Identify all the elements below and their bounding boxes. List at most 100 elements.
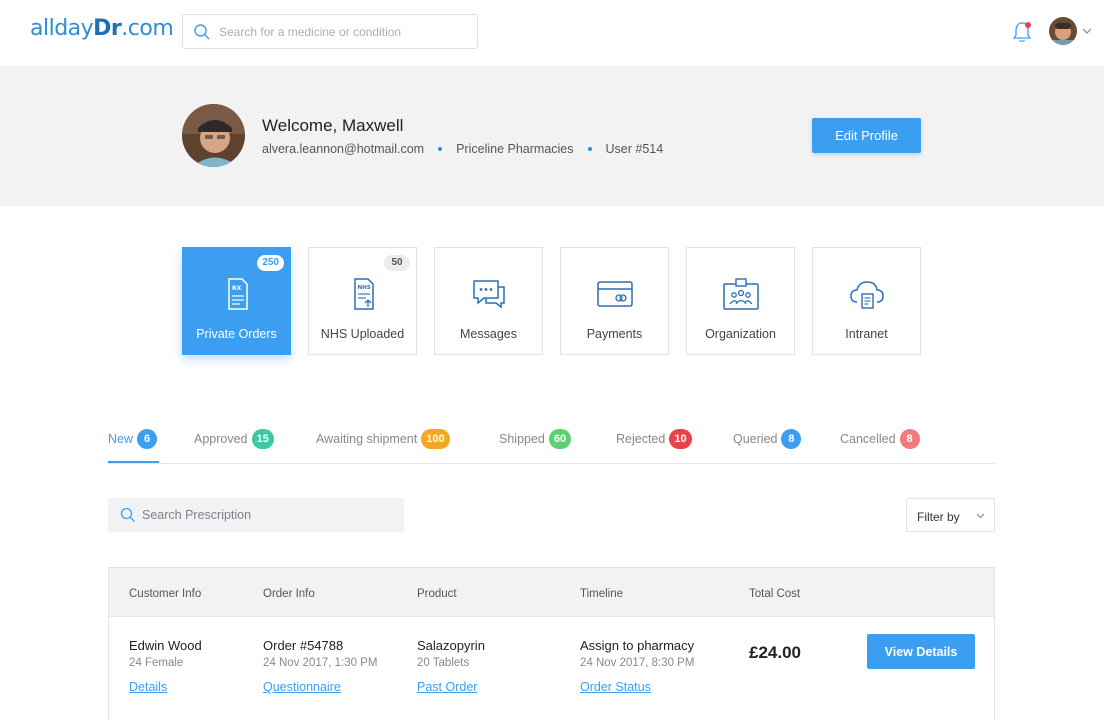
tab-approved[interactable]: Approved 15: [194, 428, 274, 450]
tab-count-badge: 15: [251, 429, 274, 449]
tab-count-badge: 8: [899, 429, 920, 449]
timeline-cell: Assign to pharmacy 24 Nov 2017, 8:30 PM …: [580, 638, 694, 696]
tab-count-badge: 8: [781, 429, 802, 449]
customer-details-link[interactable]: Details: [129, 680, 167, 694]
tab-rejected[interactable]: Rejected 10: [616, 428, 692, 450]
edit-profile-button[interactable]: Edit Profile: [812, 118, 921, 153]
profile-avatar: [182, 104, 245, 167]
nhs-upload-icon: NHS: [353, 278, 374, 310]
profile-pharmacy: Priceline Pharmacies: [456, 142, 574, 156]
tile-nhs-uploaded[interactable]: 50 NHS NHS Uploaded: [308, 247, 417, 355]
tile-label: Messages: [460, 327, 517, 341]
welcome-heading: Welcome, Maxwell: [262, 116, 404, 135]
tile-intranet[interactable]: Intranet: [812, 247, 921, 355]
tab-label: Queried: [733, 432, 778, 446]
chevron-down-icon[interactable]: [1082, 27, 1092, 35]
logo-prefix: allday: [30, 16, 94, 41]
tab-cancelled[interactable]: Cancelled 8: [840, 428, 920, 450]
tab-label: Cancelled: [840, 432, 896, 446]
medicine-search-input[interactable]: [219, 15, 469, 48]
profile-user-id: User #514: [605, 142, 664, 156]
svg-text:NHS: NHS: [357, 285, 370, 291]
order-id: Order #54788: [263, 638, 344, 653]
separator-dot: [438, 147, 443, 151]
logo[interactable]: alldayDr.com: [30, 16, 174, 41]
view-details-button[interactable]: View Details: [867, 634, 975, 669]
column-header: Total Cost: [749, 588, 801, 600]
customer-cell: Edwin Wood 24 Female Details: [129, 638, 202, 696]
profile-header: Welcome, Maxwell alvera.leannon@hotmail.…: [0, 66, 1104, 206]
timeline-date: 24 Nov 2017, 8:30 PM: [580, 657, 695, 669]
past-order-link[interactable]: Past Order: [417, 680, 477, 694]
column-header: Order Info: [263, 588, 315, 600]
questionnaire-link[interactable]: Questionnaire: [263, 680, 341, 694]
tab-label: Awaiting shipment: [316, 432, 418, 446]
tab-queried[interactable]: Queried 8: [733, 428, 802, 450]
top-bar: alldayDr.com: [0, 0, 1104, 66]
tab-count-badge: 60: [548, 429, 572, 449]
filter-label: Filter by: [917, 510, 960, 524]
status-tabs: New 6 Approved 15 Awaiting shipment 100 …: [108, 426, 995, 464]
tile-messages[interactable]: Messages: [434, 247, 543, 355]
tile-private-orders[interactable]: 250 RX Private Orders: [182, 247, 291, 355]
total-cost: £24.00: [749, 643, 801, 662]
user-avatar[interactable]: [1049, 17, 1077, 45]
avatar-image: [1049, 17, 1077, 45]
tab-new[interactable]: New 6: [108, 428, 158, 450]
separator-dot: [587, 147, 592, 151]
rx-document-icon: RX: [227, 278, 248, 310]
column-header: Customer Info: [129, 588, 202, 600]
svg-text:RX: RX: [232, 285, 242, 292]
tile-label: Intranet: [845, 327, 888, 341]
profile-email: alvera.leannon@hotmail.com: [262, 142, 425, 156]
tab-shipped[interactable]: Shipped 60: [499, 428, 572, 450]
prescription-search-input[interactable]: [142, 498, 392, 532]
tab-label: Shipped: [499, 432, 545, 446]
search-icon: [120, 507, 135, 522]
customer-meta: 24 Female: [129, 657, 184, 669]
customer-name: Edwin Wood: [129, 638, 202, 653]
tile-label: Private Orders: [196, 327, 277, 341]
active-tab-indicator: [108, 461, 159, 463]
order-date: 24 Nov 2017, 1:30 PM: [263, 657, 378, 669]
notifications-button[interactable]: [1011, 20, 1033, 44]
profile-meta: alvera.leannon@hotmail.com Priceline Pha…: [262, 142, 663, 156]
tab-count-badge: 100: [421, 429, 450, 449]
medicine-search: [182, 14, 478, 49]
chat-bubbles-icon: [472, 280, 505, 309]
tile-label: NHS Uploaded: [320, 327, 405, 341]
tile-label: Organization: [705, 327, 776, 341]
search-icon: [194, 24, 210, 40]
notification-dot: [1025, 22, 1031, 28]
profile-photo: [182, 104, 245, 167]
column-header: Timeline: [580, 588, 624, 600]
logo-suffix: .com: [121, 16, 174, 41]
tab-awaiting-shipment[interactable]: Awaiting shipment 100: [316, 428, 450, 450]
tile-badge: 50: [384, 255, 410, 271]
tile-label: Payments: [586, 327, 643, 341]
column-header: Product: [417, 588, 457, 600]
table-header: Customer Info Order Info Product Timelin…: [109, 568, 994, 617]
tile-payments[interactable]: Payments: [560, 247, 669, 355]
timeline-status: Assign to pharmacy: [580, 638, 695, 653]
cloud-document-icon: [849, 281, 884, 309]
tab-count-badge: 10: [669, 429, 692, 449]
order-cell: Order #54788 24 Nov 2017, 1:30 PM Questi…: [263, 638, 377, 696]
logo-dr: Dr: [93, 16, 122, 41]
tile-organization[interactable]: Organization: [686, 247, 795, 355]
prescription-search: [108, 498, 404, 532]
orders-table: Customer Info Order Info Product Timelin…: [108, 567, 995, 721]
organization-badge-icon: [722, 278, 759, 310]
tab-label: Approved: [194, 432, 248, 446]
product-qty: 20 Tablets: [417, 657, 470, 669]
product-name: Salazopyrin: [417, 638, 485, 653]
credit-card-icon: [596, 281, 633, 307]
tile-badge: 250: [257, 255, 284, 271]
order-status-link[interactable]: Order Status: [580, 680, 651, 694]
tab-label: New: [108, 432, 134, 446]
product-cell: Salazopyrin 20 Tablets Past Order: [417, 638, 485, 696]
tab-label: Rejected: [616, 432, 666, 446]
filter-dropdown[interactable]: Filter by: [906, 498, 995, 532]
tab-count-badge: 6: [137, 429, 158, 449]
chevron-down-icon: [976, 513, 985, 519]
